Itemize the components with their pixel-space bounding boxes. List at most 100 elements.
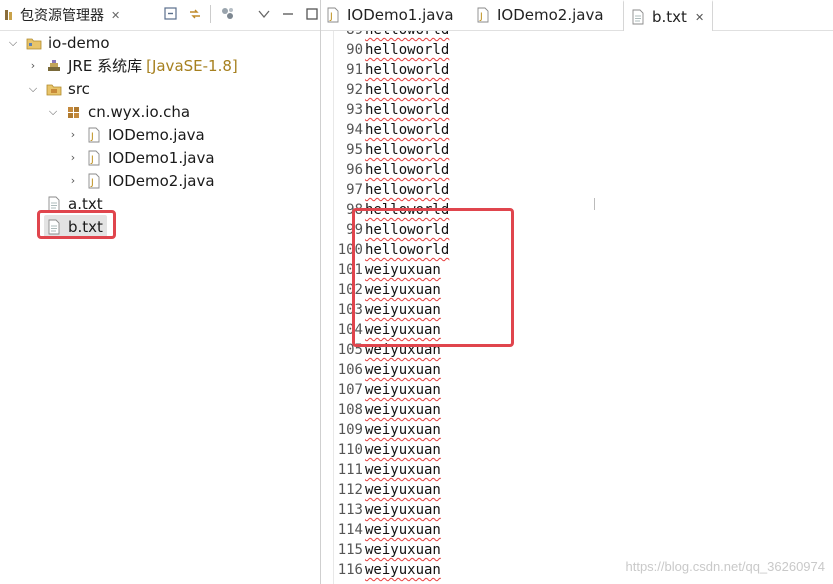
line-number: 92 [346, 82, 363, 98]
highlight-box [37, 210, 116, 239]
tree-item-package[interactable]: ⌵ cn.wyx.io.cha [46, 100, 190, 123]
tab-iodemo2[interactable]: J IODemo2.java [475, 0, 625, 30]
toolbar-separator [210, 5, 211, 23]
chevron-right-icon[interactable]: › [66, 151, 80, 165]
code-line[interactable]: helloworld [365, 82, 449, 98]
code-line[interactable]: weiyuxuan [365, 402, 441, 418]
project-icon [26, 35, 42, 51]
code-line[interactable]: weiyuxuan [365, 482, 441, 498]
package-explorer-icon [4, 9, 14, 21]
highlight-box [352, 208, 514, 347]
java-file-icon: J [86, 150, 102, 166]
tree-item-label: io-demo [48, 33, 110, 52]
tab-label: b.txt [652, 8, 687, 26]
view-options-icon[interactable] [219, 5, 237, 23]
chevron-down-icon[interactable]: ⌵ [46, 105, 60, 119]
line-number: 116 [337, 562, 363, 578]
line-number: 113 [337, 502, 363, 518]
close-icon[interactable]: ✕ [111, 9, 120, 22]
source-folder-icon [46, 81, 62, 97]
minimize-icon[interactable] [279, 5, 297, 23]
text-editor[interactable]: 89helloworld90helloworld91helloworld92he… [321, 31, 833, 584]
line-number: 90 [346, 42, 363, 58]
code-line[interactable]: weiyuxuan [365, 382, 441, 398]
line-number: 91 [346, 62, 363, 78]
line-number: 97 [346, 182, 363, 198]
line-number: 96 [346, 162, 363, 178]
chevron-right-icon[interactable]: › [66, 174, 80, 188]
tree-item-label: src [68, 79, 90, 98]
tab-iodemo1[interactable]: J IODemo1.java [325, 0, 475, 30]
java-file-icon: J [325, 7, 341, 23]
gutter-divider [333, 31, 334, 584]
chevron-down-icon[interactable]: ⌵ [6, 36, 20, 50]
collapse-all-icon[interactable] [162, 5, 180, 23]
package-explorer: 包资源管理器 ✕ ⌵ io-demo › JRE 系统库 [JavaSE-1.8… [0, 0, 320, 584]
tree-item-java-file[interactable]: › J IODemo2.java [66, 169, 215, 192]
code-line[interactable]: helloworld [365, 182, 449, 198]
code-line[interactable]: weiyuxuan [365, 502, 441, 518]
link-editor-icon[interactable] [186, 5, 204, 23]
tree-item-label: IODemo.java [108, 125, 205, 144]
jre-version-decoration: [JavaSE-1.8] [146, 56, 238, 75]
library-icon [46, 58, 62, 74]
code-line[interactable]: helloworld [365, 62, 449, 78]
tree-item-label: IODemo2.java [108, 171, 215, 190]
code-line[interactable]: helloworld [365, 122, 449, 138]
line-number: 112 [337, 482, 363, 498]
svg-text:J: J [329, 12, 333, 22]
editor-tabbar: J IODemo1.java J IODemo2.java b.txt ✕ [321, 0, 833, 32]
line-number: 95 [346, 142, 363, 158]
svg-text:J: J [90, 132, 94, 142]
tab-label: IODemo2.java [497, 6, 604, 24]
explorer-title: 包资源管理器 [20, 8, 104, 24]
code-line[interactable]: weiyuxuan [365, 522, 441, 538]
line-number: 114 [337, 522, 363, 538]
tree-item-project[interactable]: ⌵ io-demo [6, 31, 110, 54]
tree-item-java-file[interactable]: › J IODemo.java [66, 123, 205, 146]
line-number: 111 [337, 462, 363, 478]
line-number: 106 [337, 362, 363, 378]
tree-item-jre[interactable]: › JRE 系统库 [JavaSE-1.8] [26, 54, 238, 77]
watermark: https://blog.csdn.net/qq_36260974 [625, 559, 826, 574]
chevron-right-icon[interactable]: › [26, 59, 40, 73]
maximize-icon[interactable] [303, 5, 321, 23]
text-file-icon [630, 9, 646, 25]
line-number: 108 [337, 402, 363, 418]
chevron-right-icon[interactable]: › [66, 128, 80, 142]
line-number: 107 [337, 382, 363, 398]
tree-item-label: JRE 系统库 [68, 57, 143, 75]
close-icon[interactable]: ✕ [695, 11, 704, 24]
line-number: 109 [337, 422, 363, 438]
explorer-view-tab[interactable]: 包资源管理器 ✕ [4, 4, 120, 26]
code-line[interactable]: weiyuxuan [365, 462, 441, 478]
view-menu-icon[interactable] [255, 5, 273, 23]
tab-b-txt[interactable]: b.txt ✕ [623, 0, 713, 32]
explorer-toolbar [162, 5, 327, 23]
code-line[interactable]: helloworld [365, 31, 449, 38]
code-line[interactable]: weiyuxuan [365, 442, 441, 458]
svg-text:J: J [479, 12, 483, 22]
text-cursor-icon [594, 198, 602, 210]
tree-item-src[interactable]: ⌵ src [26, 77, 90, 100]
tree-item-java-file[interactable]: › J IODemo1.java [66, 146, 215, 169]
package-icon [66, 104, 82, 120]
tree-item-label: IODemo1.java [108, 148, 215, 167]
code-line[interactable]: weiyuxuan [365, 542, 441, 558]
code-line[interactable]: helloworld [365, 102, 449, 118]
code-line[interactable]: helloworld [365, 162, 449, 178]
line-number: 115 [337, 542, 363, 558]
line-number: 94 [346, 122, 363, 138]
code-line[interactable]: weiyuxuan [365, 362, 441, 378]
code-line[interactable]: weiyuxuan [365, 562, 441, 578]
java-file-icon: J [86, 173, 102, 189]
svg-text:J: J [90, 155, 94, 165]
java-file-icon: J [86, 127, 102, 143]
code-line[interactable]: helloworld [365, 142, 449, 158]
chevron-down-icon[interactable]: ⌵ [26, 82, 40, 96]
explorer-tabbar: 包资源管理器 ✕ [0, 0, 320, 31]
java-file-icon: J [475, 7, 491, 23]
tab-label: IODemo1.java [347, 6, 454, 24]
code-line[interactable]: weiyuxuan [365, 422, 441, 438]
code-line[interactable]: helloworld [365, 42, 449, 58]
